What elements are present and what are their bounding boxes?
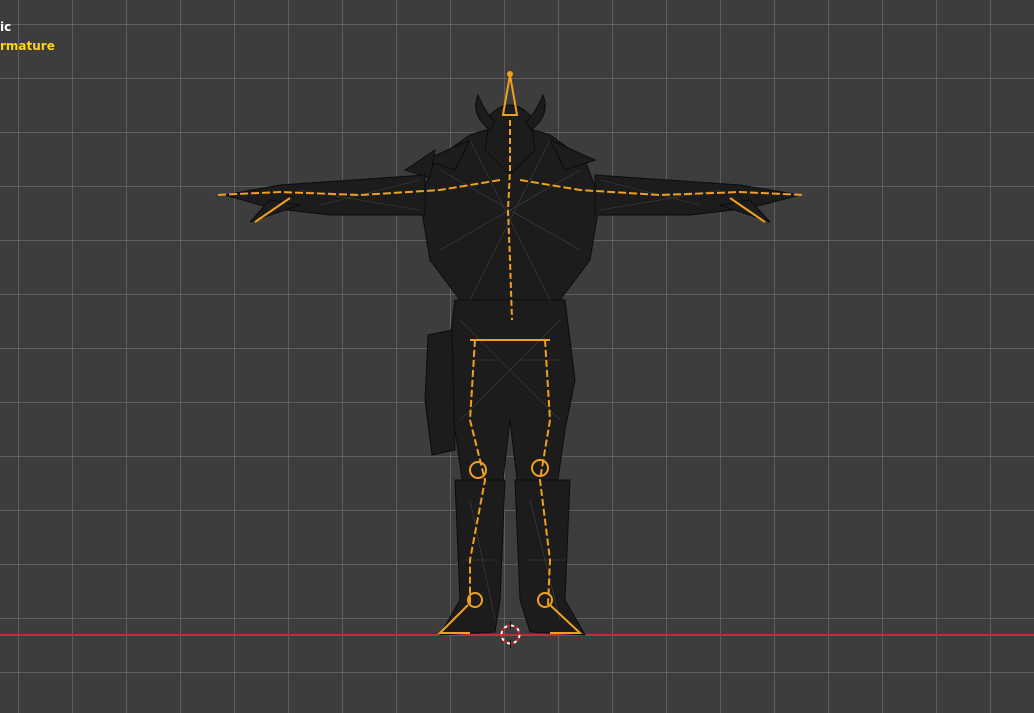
armature-mesh-wireframe[interactable] bbox=[0, 0, 1034, 713]
view-name-label: ic bbox=[0, 20, 12, 34]
active-object-label: rmature bbox=[0, 39, 55, 53]
3d-cursor-icon[interactable] bbox=[497, 621, 524, 648]
3d-viewport[interactable]: ic rmature bbox=[0, 0, 1034, 713]
mesh-wireframe[interactable] bbox=[224, 93, 801, 636]
